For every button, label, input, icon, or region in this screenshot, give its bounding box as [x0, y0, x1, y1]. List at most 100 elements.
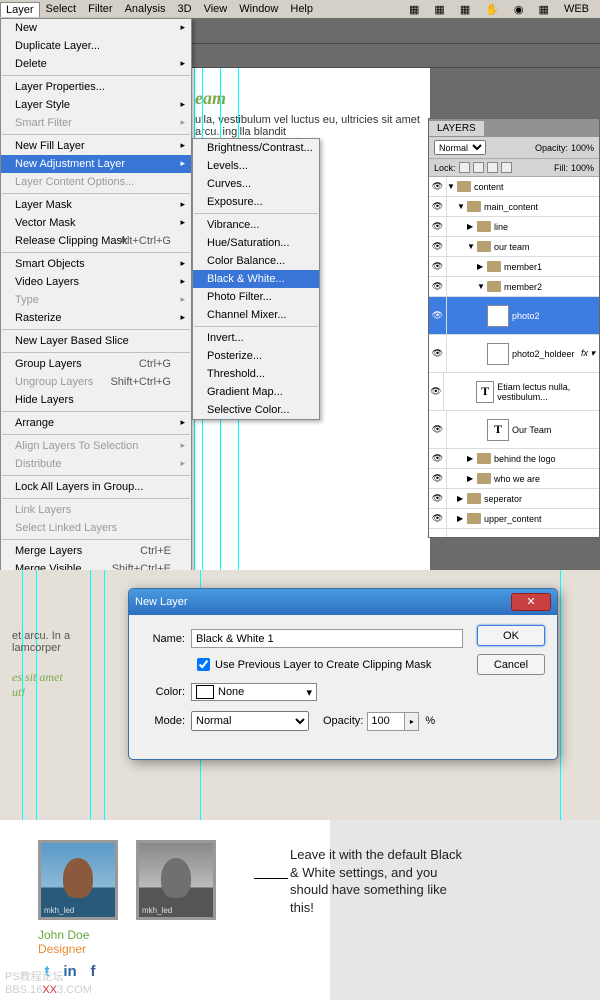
- menu-filter[interactable]: Filter: [82, 1, 118, 17]
- submenu-item[interactable]: Posterize...: [193, 347, 319, 365]
- menu-item[interactable]: New Layer Based Slice: [1, 332, 191, 350]
- tool-icon[interactable]: ▦: [454, 1, 476, 18]
- layer-row[interactable]: 👁photo2: [429, 297, 599, 335]
- menu-select[interactable]: Select: [40, 1, 83, 17]
- visibility-icon[interactable]: 👁: [429, 411, 447, 448]
- tool-icon[interactable]: ▦: [533, 1, 555, 18]
- menu-item[interactable]: Merge LayersCtrl+E: [1, 542, 191, 560]
- visibility-icon[interactable]: 👁: [429, 529, 447, 537]
- menu-item[interactable]: Layer Mask: [1, 196, 191, 214]
- submenu-item[interactable]: Black & White...: [193, 270, 319, 288]
- opacity-flyout-icon[interactable]: ▸: [405, 712, 419, 731]
- visibility-icon[interactable]: 👁: [429, 449, 447, 468]
- lock-position-icon[interactable]: [487, 162, 498, 173]
- lock-pixels-icon[interactable]: [473, 162, 484, 173]
- menu-item[interactable]: Duplicate Layer...: [1, 37, 191, 55]
- layer-row[interactable]: 👁▶who we are: [429, 469, 599, 489]
- layer-row[interactable]: 👁▶behind the logo: [429, 449, 599, 469]
- menu-layer[interactable]: Layer: [0, 2, 40, 17]
- menu-item[interactable]: Hide Layers: [1, 391, 191, 409]
- menu-item[interactable]: Lock All Layers in Group...: [1, 478, 191, 496]
- lock-transparency-icon[interactable]: [459, 162, 470, 173]
- menu-item[interactable]: New Adjustment Layer: [1, 155, 191, 173]
- submenu-item[interactable]: Vibrance...: [193, 216, 319, 234]
- visibility-icon[interactable]: 👁: [429, 509, 447, 528]
- layer-row[interactable]: 👁▼member2: [429, 277, 599, 297]
- menu-item[interactable]: Video Layers: [1, 273, 191, 291]
- cancel-button[interactable]: Cancel: [477, 654, 545, 675]
- submenu-item[interactable]: Threshold...: [193, 365, 319, 383]
- ok-button[interactable]: OK: [477, 625, 545, 646]
- visibility-icon[interactable]: 👁: [429, 237, 447, 256]
- layer-name-input[interactable]: [191, 629, 463, 648]
- tool-icon[interactable]: ✋: [479, 1, 505, 18]
- visibility-icon[interactable]: 👁: [429, 217, 447, 236]
- menu-view[interactable]: View: [198, 1, 234, 17]
- menu-item[interactable]: New: [1, 19, 191, 37]
- submenu-item[interactable]: Curves...: [193, 175, 319, 193]
- fill-value[interactable]: 100%: [571, 163, 594, 173]
- dialog-titlebar[interactable]: New Layer ✕: [129, 589, 557, 615]
- menu-item[interactable]: Rasterize: [1, 309, 191, 327]
- layer-row[interactable]: 👁▼main_content: [429, 197, 599, 217]
- layer-row[interactable]: 👁TEtiam lectus nulla, vestibulum...: [429, 373, 599, 411]
- visibility-icon[interactable]: 👁: [429, 297, 447, 334]
- submenu-item[interactable]: Gradient Map...: [193, 383, 319, 401]
- submenu-item[interactable]: Levels...: [193, 157, 319, 175]
- tool-icon[interactable]: ▦: [403, 1, 425, 18]
- layer-row[interactable]: 👁content_bg: [429, 529, 599, 537]
- visibility-icon[interactable]: 👁: [429, 373, 444, 410]
- color-select[interactable]: None ▾: [191, 683, 317, 701]
- folder-icon: [477, 473, 491, 484]
- layer-row[interactable]: 👁▶line: [429, 217, 599, 237]
- menu-help[interactable]: Help: [284, 1, 319, 17]
- submenu-item[interactable]: Color Balance...: [193, 252, 319, 270]
- visibility-icon[interactable]: 👁: [429, 197, 447, 216]
- visibility-icon[interactable]: 👁: [429, 177, 447, 196]
- menu-item[interactable]: Vector Mask: [1, 214, 191, 232]
- layers-tab[interactable]: LAYERS: [429, 121, 484, 136]
- visibility-icon[interactable]: 👁: [429, 469, 447, 488]
- visibility-icon[interactable]: 👁: [429, 277, 447, 296]
- submenu-item[interactable]: Brightness/Contrast...: [193, 139, 319, 157]
- menu-window[interactable]: Window: [233, 1, 284, 17]
- blend-mode-select[interactable]: Normal: [434, 140, 486, 155]
- workspace-label[interactable]: WEB: [558, 1, 595, 18]
- opacity-input[interactable]: [367, 712, 405, 731]
- layer-row[interactable]: 👁▶upper_content: [429, 509, 599, 529]
- menu-item[interactable]: Arrange: [1, 414, 191, 432]
- submenu-item[interactable]: Hue/Saturation...: [193, 234, 319, 252]
- tool-icon[interactable]: ◉: [508, 1, 530, 18]
- opacity-value[interactable]: 100%: [571, 143, 594, 153]
- layer-row[interactable]: 👁▼content: [429, 177, 599, 197]
- menu-item[interactable]: Layer Properties...: [1, 78, 191, 96]
- menu-item[interactable]: Layer Style: [1, 96, 191, 114]
- clipping-mask-checkbox[interactable]: [197, 658, 210, 671]
- layer-row[interactable]: 👁▼our team: [429, 237, 599, 257]
- menu-item[interactable]: Release Clipping MaskAlt+Ctrl+G: [1, 232, 191, 250]
- submenu-item[interactable]: Exposure...: [193, 193, 319, 211]
- submenu-item[interactable]: Channel Mixer...: [193, 306, 319, 324]
- visibility-icon[interactable]: 👁: [429, 489, 447, 508]
- layer-row[interactable]: 👁▶member1: [429, 257, 599, 277]
- visibility-icon[interactable]: 👁: [429, 257, 447, 276]
- fx-icon[interactable]: fx ▾: [581, 348, 599, 359]
- submenu-item[interactable]: Invert...: [193, 329, 319, 347]
- layer-row[interactable]: 👁TOur Team: [429, 411, 599, 449]
- close-icon[interactable]: ✕: [511, 593, 551, 611]
- menu-3d[interactable]: 3D: [172, 1, 198, 17]
- menu-item[interactable]: Group LayersCtrl+G: [1, 355, 191, 373]
- menu-item[interactable]: Delete: [1, 55, 191, 73]
- layer-row[interactable]: 👁▶seperator: [429, 489, 599, 509]
- submenu-item[interactable]: Selective Color...: [193, 401, 319, 419]
- layers-list[interactable]: 👁▼content👁▼main_content👁▶line👁▼our team👁…: [429, 177, 599, 537]
- menu-item[interactable]: New Fill Layer: [1, 137, 191, 155]
- layer-row[interactable]: 👁photo2_holdeerfx ▾: [429, 335, 599, 373]
- lock-all-icon[interactable]: [501, 162, 512, 173]
- menu-item[interactable]: Smart Objects: [1, 255, 191, 273]
- menu-analysis[interactable]: Analysis: [119, 1, 172, 17]
- visibility-icon[interactable]: 👁: [429, 335, 447, 372]
- mode-select[interactable]: Normal: [191, 711, 309, 731]
- tool-icon[interactable]: ▦: [428, 1, 450, 18]
- submenu-item[interactable]: Photo Filter...: [193, 288, 319, 306]
